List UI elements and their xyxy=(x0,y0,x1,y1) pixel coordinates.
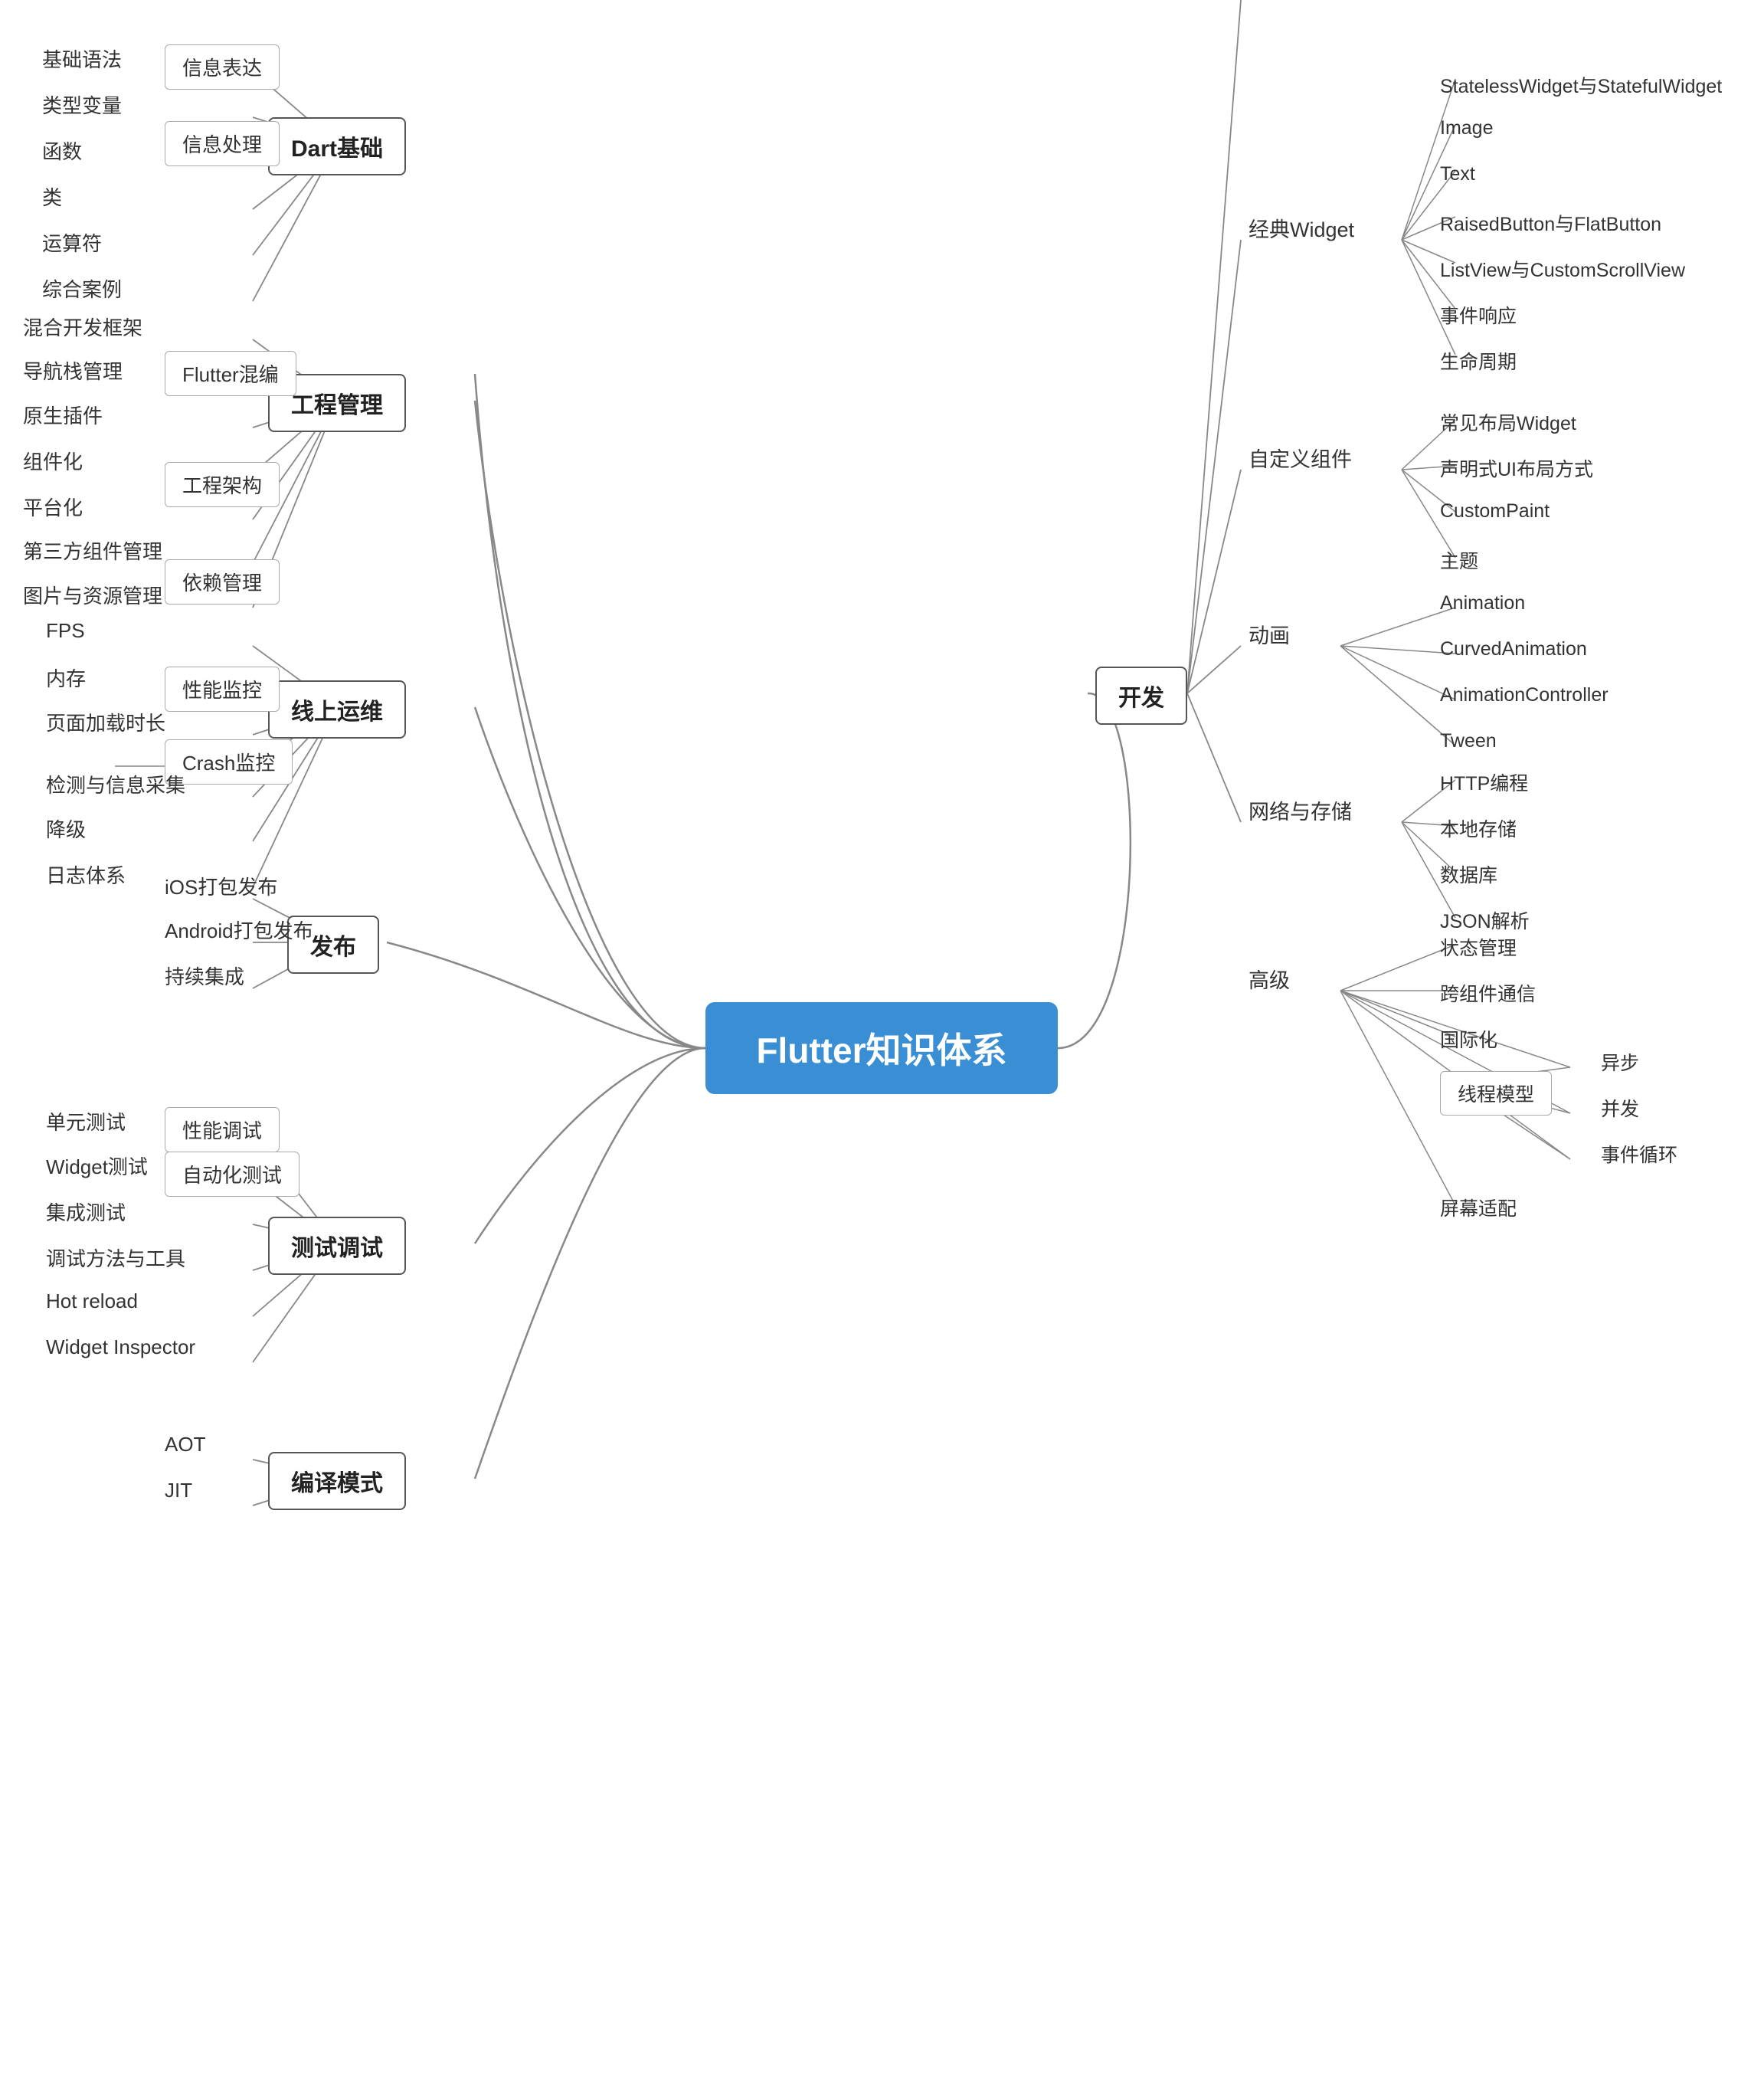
leaf-yunsuan: 运算符 xyxy=(42,228,102,257)
leaf-shengming: 生命周期 xyxy=(1440,347,1517,375)
leaf-jingdian: 经典Widget xyxy=(1249,213,1354,243)
leaf-custompaint: CustomPaint xyxy=(1440,500,1550,523)
leaf-shijianxunhuan: 事件循环 xyxy=(1601,1140,1677,1168)
leaf-pingtai: 平台化 xyxy=(23,493,83,521)
leaf-fps: FPS xyxy=(46,619,85,643)
leaf-danyuan: 单元测试 xyxy=(46,1107,126,1135)
mindmap: Flutter知识体系 Dart基础 工程管理 线上运维 发布 测试调试 编译模… xyxy=(0,0,1764,2097)
leaf-guojihua: 国际化 xyxy=(1440,1025,1497,1053)
leaf-donghua: 动画 xyxy=(1249,619,1290,649)
leaf-curved: CurvedAnimation xyxy=(1440,638,1587,660)
leaf-jichufa: 基础语法 xyxy=(42,44,122,73)
leaf-zonghe: 综合案例 xyxy=(42,274,122,303)
leaf-zidonghuo: 自动化测试 xyxy=(165,1152,299,1197)
leaf-jicheng: 集成测试 xyxy=(46,1198,126,1226)
leaf-animation: Animation xyxy=(1440,592,1525,614)
leaf-xingneng-jk: 性能监控 xyxy=(165,667,280,712)
leaf-xiancheng: 线程模型 xyxy=(1440,1071,1552,1116)
leaf-shengming2: 声明式UI布局方式 xyxy=(1440,454,1593,482)
leaf-zhuangtai: 状态管理 xyxy=(1440,933,1517,961)
leaf-wangluo: 网络与存储 xyxy=(1249,795,1352,825)
leaf-hanshu: 函数 xyxy=(42,136,82,165)
leaf-neicun: 内存 xyxy=(46,664,86,692)
leaf-zidingyi: 自定义组件 xyxy=(1249,443,1352,473)
leaf-tiaoshi: 调试方法与工具 xyxy=(46,1243,185,1272)
leaf-android: Android打包发布 xyxy=(165,916,313,944)
leaf-zujianhua: 组件化 xyxy=(23,447,83,475)
leaf-json: JSON解析 xyxy=(1440,906,1530,934)
leaf-hunhe: 混合开发框架 xyxy=(23,313,142,341)
leaf-ios: iOS打包发布 xyxy=(165,872,277,900)
leaf-jiangjie: 降级 xyxy=(46,814,86,843)
leaf-rizhi: 日志体系 xyxy=(46,860,126,889)
leaf-gaoji: 高级 xyxy=(1249,964,1290,994)
leaf-yemian: 页面加载时长 xyxy=(46,708,165,736)
leaf-xingneng-tiao: 性能调试 xyxy=(165,1107,280,1152)
branch-compile: 编译模式 xyxy=(268,1452,406,1510)
leaf-zhuti: 主题 xyxy=(1440,546,1478,574)
leaf-local: 本地存储 xyxy=(1440,814,1517,842)
leaf-text: Text xyxy=(1440,163,1475,185)
leaf-listview: ListView与CustomScrollView xyxy=(1440,255,1685,283)
leaf-yilai: 依赖管理 xyxy=(165,559,280,605)
branch-dart: Dart基础 xyxy=(268,117,406,175)
leaf-tween: Tween xyxy=(1440,730,1497,752)
leaf-raisedbutton: RaisedButton与FlatButton xyxy=(1440,209,1661,237)
leaf-daohang: 导航栈管理 xyxy=(23,356,123,385)
leaf-xinxi1: 信息表达 xyxy=(165,44,280,90)
leaf-image: Image xyxy=(1440,117,1493,139)
leaf-aot: AOT xyxy=(165,1433,205,1456)
branch-online: 线上运维 xyxy=(268,680,406,739)
leaf-changjian: 常见布局Widget xyxy=(1440,408,1576,436)
leaf-yuansheng: 原生插件 xyxy=(23,401,103,429)
leaf-flutterhun: Flutter混编 xyxy=(165,351,296,396)
leaf-shijian: 事件响应 xyxy=(1440,301,1517,329)
leaf-jit: JIT xyxy=(165,1479,192,1502)
leaf-hotreload: Hot reload xyxy=(46,1289,138,1313)
leaf-widget-inspector: Widget Inspector xyxy=(46,1335,195,1359)
leaf-database: 数据库 xyxy=(1440,860,1497,888)
leaf-yibu: 异步 xyxy=(1601,1048,1639,1076)
branch-dev: 开发 xyxy=(1095,667,1187,725)
leaf-gongjia: 工程架构 xyxy=(165,462,280,507)
branch-test: 测试调试 xyxy=(268,1217,406,1275)
leaf-lei: 类 xyxy=(42,182,62,211)
leaf-http: HTTP编程 xyxy=(1440,768,1528,796)
leaf-xinxi2: 信息处理 xyxy=(165,121,280,166)
leaf-bingfa: 并发 xyxy=(1601,1094,1639,1122)
leaf-leixing: 类型变量 xyxy=(42,90,122,119)
leaf-tupian: 图片与资源管理 xyxy=(23,581,162,609)
leaf-widget-test: Widget测试 xyxy=(46,1152,148,1180)
leaf-jixu: 持续集成 xyxy=(165,962,244,990)
leaf-pingmu: 屏幕适配 xyxy=(1440,1194,1517,1221)
leaf-kuazujian: 跨组件通信 xyxy=(1440,979,1536,1007)
leaf-animctrl: AnimationController xyxy=(1440,684,1609,706)
center-node: Flutter知识体系 xyxy=(705,1002,1058,1094)
leaf-jiance: 检测与信息采集 xyxy=(46,770,185,798)
leaf-stateless: StatelessWidget与StatefulWidget xyxy=(1440,71,1722,99)
leaf-third: 第三方组件管理 xyxy=(23,536,162,565)
